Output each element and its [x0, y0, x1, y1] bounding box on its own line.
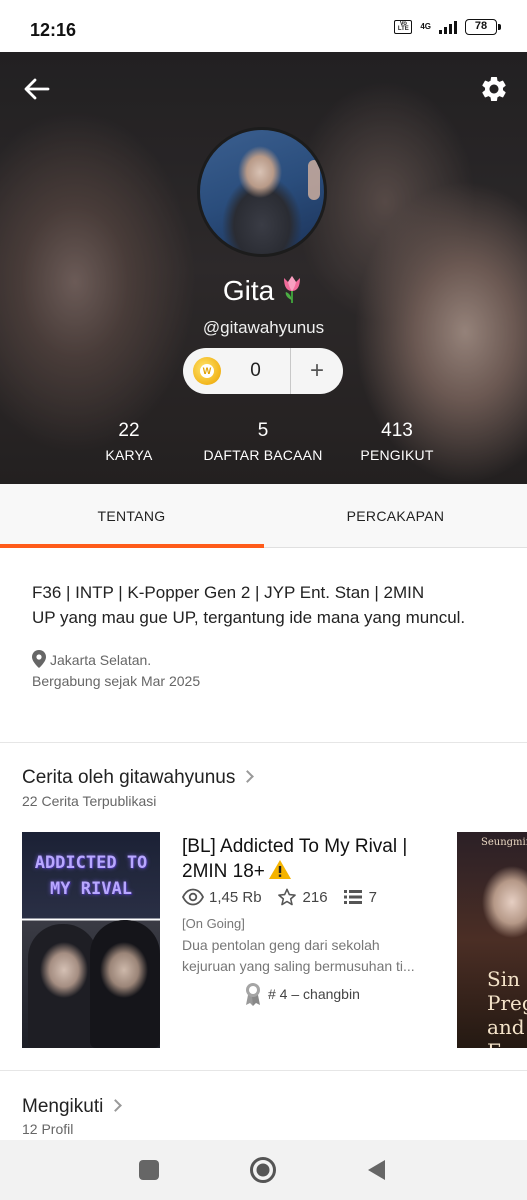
story-stats: 1,45 Rb 216 7	[182, 888, 391, 906]
stat-label: PENGIKUT	[360, 447, 434, 463]
status-time: 12:16	[30, 20, 77, 40]
stories-section-title: Cerita oleh gitawahyunus	[22, 767, 236, 788]
votes-count: 216	[302, 888, 328, 906]
tulip-icon	[284, 276, 301, 303]
add-coins-button[interactable]: +	[291, 348, 343, 394]
cover-title: ADDICTED TO MY RIVAL	[34, 853, 148, 899]
story-title[interactable]: [BL] Addicted To My Rival | 2MIN 18+	[182, 834, 452, 884]
stories-count: 22 Cerita Terpublikasi	[22, 793, 157, 809]
location-text: Jakarta Selatan.	[50, 652, 152, 668]
parts-count: 7	[368, 888, 377, 906]
chevron-right-icon	[109, 1099, 123, 1112]
list-icon	[343, 890, 362, 904]
coin-balance: W 0 +	[183, 348, 343, 394]
triangle-back-icon	[368, 1160, 385, 1180]
stat-followers[interactable]: 413 PENGIKUT	[352, 420, 442, 463]
back-arrow-icon	[24, 78, 50, 100]
cover-figure	[28, 924, 98, 1048]
home-button[interactable]	[249, 1156, 277, 1184]
status-icons: Vo LTE 4G 78	[394, 19, 501, 35]
battery-icon: 78	[465, 19, 501, 35]
tab-conversations[interactable]: PERCAKAPAN	[264, 484, 527, 548]
avatar-image-detail	[308, 160, 320, 200]
votes-stat: 216	[276, 888, 328, 906]
profile-name: Gita	[0, 274, 527, 307]
star-icon	[277, 888, 296, 906]
coin-count: 0	[250, 360, 261, 381]
profile-meta: Jakarta Selatan. Bergabung sejak Mar 202…	[32, 650, 200, 692]
status-bar: 12:16 Vo LTE 4G 78	[0, 0, 527, 52]
next-cover-author: Seungmin	[481, 837, 527, 848]
bio-line-2: UP yang mau gue UP, tergantung ide mana …	[32, 608, 466, 627]
story-cover[interactable]: ADDICTED TO MY RIVAL	[22, 832, 160, 1048]
following-count: 12 Profil	[22, 1121, 74, 1137]
story-status-tag: [On Going]	[182, 916, 245, 931]
story-description: Dua pentolan geng dari sekolah kejuruan …	[182, 937, 415, 974]
network-type: 4G	[420, 22, 431, 31]
story-rank-text: # 4 – changbin	[268, 986, 360, 1002]
next-cover-title: SinPregand F	[487, 967, 527, 1048]
reads-stat: 1,45 Rb	[182, 888, 262, 906]
following-section-title: Mengikuti	[22, 1096, 104, 1117]
active-tab-indicator	[0, 544, 264, 548]
tab-about[interactable]: TENTANG	[0, 484, 263, 548]
ribbon-icon	[246, 983, 260, 1006]
back-button[interactable]	[22, 74, 52, 104]
home-circle-icon	[250, 1157, 276, 1183]
location-row: Jakarta Selatan.	[32, 650, 200, 671]
location-pin-icon	[32, 650, 46, 668]
stat-reading-lists[interactable]: 5 DAFTAR BACAAN	[193, 420, 333, 463]
back-nav-button[interactable]	[363, 1156, 391, 1184]
parts-stat: 7	[342, 888, 377, 906]
stat-works[interactable]: 22 KARYA	[89, 420, 169, 463]
section-divider	[0, 742, 527, 743]
profile-tabs: TENTANG PERCAKAPAN	[0, 484, 527, 548]
warning-icon	[268, 860, 291, 879]
following-section-header[interactable]: Mengikuti	[22, 1096, 123, 1118]
coin-icon: W	[193, 357, 221, 385]
bio: F36 | INTP | K-Popper Gen 2 | JYP Ent. S…	[32, 580, 502, 630]
section-divider	[0, 1070, 527, 1071]
system-navigation-bar	[0, 1140, 527, 1200]
next-story-cover[interactable]: Seungmin SinPregand F	[457, 832, 527, 1048]
recent-apps-button[interactable]	[135, 1156, 163, 1184]
square-icon	[139, 1160, 159, 1180]
story-rank: # 4 – changbin	[244, 982, 360, 1006]
stat-value: 22	[118, 420, 140, 441]
avatar[interactable]	[197, 127, 327, 257]
stat-label: DAFTAR BACAAN	[203, 447, 323, 463]
chevron-right-icon	[241, 770, 255, 783]
stat-label: KARYA	[105, 447, 153, 463]
profile-header: Gita @gitawahyunus W 0 + 22 KARYA 5 DAFT…	[0, 52, 527, 484]
reads-count: 1,45 Rb	[209, 888, 262, 906]
stories-section-header[interactable]: Cerita oleh gitawahyunus	[22, 767, 255, 789]
settings-button[interactable]	[479, 74, 509, 104]
story-title-text: [BL] Addicted To My Rival | 2MIN 18+	[182, 836, 408, 882]
volte-icon: Vo LTE	[394, 20, 413, 34]
username: @gitawahyunus	[202, 318, 325, 337]
gear-icon	[482, 77, 506, 101]
cover-figure	[90, 920, 160, 1048]
profile-name-text: Gita	[222, 275, 275, 306]
joined-date: Bergabung sejak Mar 2025	[32, 673, 201, 689]
stat-value: 413	[381, 420, 413, 441]
bio-line-1: F36 | INTP | K-Popper Gen 2 | JYP Ent. S…	[32, 583, 425, 602]
stat-value: 5	[257, 420, 269, 441]
signal-icon	[439, 20, 457, 34]
eye-icon	[182, 888, 204, 906]
